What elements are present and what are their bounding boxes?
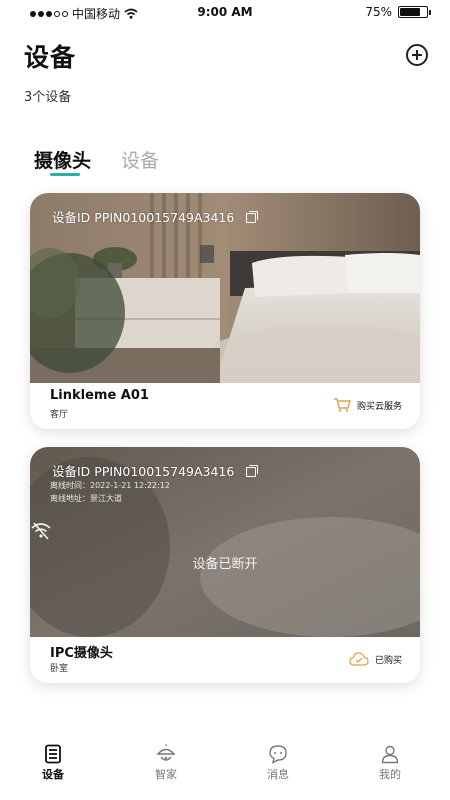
cart-icon: [333, 398, 351, 412]
device-id-text: 设备ID PPIN010015749A3416: [52, 210, 235, 225]
card-footer: IPC摄像头 卧室 已购买: [30, 637, 420, 683]
device-card[interactable]: 设备ID PPIN010015749A3416 Linkleme A01 客厅 …: [30, 193, 420, 429]
device-name: IPC摄像头: [50, 646, 113, 661]
tab-active-indicator: [50, 173, 80, 176]
nav-label: 我的: [379, 768, 401, 781]
device-name: Linkleme A01: [50, 388, 149, 403]
device-id-text: 设备ID PPIN010015749A3416: [52, 464, 235, 479]
message-icon: [269, 745, 287, 764]
status-right: 75%: [365, 5, 431, 19]
disconnected-text: 设备已断开: [192, 557, 258, 572]
device-list-icon: [45, 744, 61, 764]
nav-label: 设备: [42, 768, 64, 781]
bottom-nav: 设备 智家 消息 我的: [0, 730, 450, 800]
device-card[interactable]: 设备ID PPIN010015749A3416 离线时间：2022-1-21 1…: [30, 447, 420, 683]
battery-fill: [400, 8, 420, 16]
buy-cloud-service-button[interactable]: 购买云服务: [333, 398, 402, 412]
nav-label: 智家: [155, 768, 177, 781]
service-label: 已购买: [374, 655, 402, 666]
service-label: 购买云服务: [356, 401, 402, 412]
nav-item-messages[interactable]: 消息: [248, 730, 308, 782]
wifi-off-icon: [30, 521, 420, 541]
page-title: 设备: [24, 43, 77, 72]
copy-icon[interactable]: [246, 464, 259, 477]
status-bar: 中国移动 9:00 AM 75%: [0, 0, 450, 26]
copy-icon[interactable]: [246, 210, 259, 223]
cloud-check-icon: [349, 652, 369, 666]
nav-item-devices[interactable]: 设备: [23, 730, 83, 782]
purchased-cloud-service-button[interactable]: 已购买: [349, 652, 402, 666]
smart-home-icon: [156, 744, 176, 761]
offline-time: 离线时间：2022-1-21 12:22:12: [50, 481, 170, 490]
nav-label: 消息: [267, 768, 289, 781]
nav-item-smart-home[interactable]: 智家: [136, 730, 196, 782]
battery-icon: [398, 6, 431, 18]
camera-preview-image[interactable]: 设备ID PPIN010015749A3416 离线时间：2022-1-21 1…: [30, 447, 420, 637]
tab-camera[interactable]: 摄像头: [34, 146, 91, 173]
camera-preview-image[interactable]: 设备ID PPIN010015749A3416: [30, 193, 420, 383]
device-id: 设备ID PPIN010015749A3416: [52, 207, 259, 226]
device-room: 卧室: [50, 664, 69, 674]
profile-icon: [381, 745, 399, 764]
add-device-button[interactable]: [406, 44, 428, 66]
nav-item-profile[interactable]: 我的: [360, 730, 420, 782]
offline-address: 离线地址：景江大道: [50, 494, 122, 503]
card-footer: Linkleme A01 客厅 购买云服务: [30, 383, 420, 429]
device-room: 客厅: [50, 410, 69, 420]
device-id: 设备ID PPIN010015749A3416: [52, 461, 259, 480]
battery-percent: 75%: [365, 5, 392, 19]
tab-device[interactable]: 设备: [121, 146, 159, 173]
device-count: 3个设备: [24, 90, 72, 105]
